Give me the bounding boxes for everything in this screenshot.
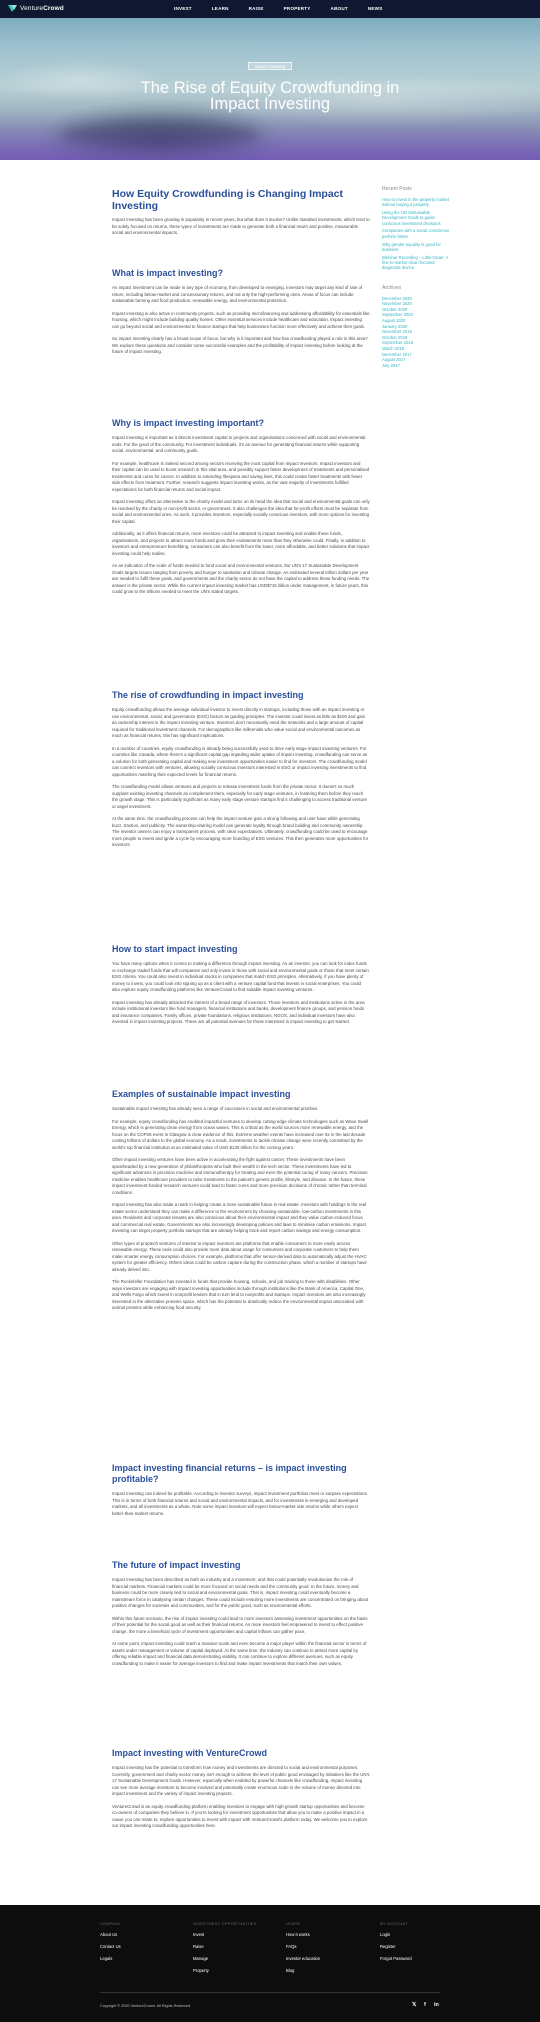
site-footer: COMPANY About Us Contact Us Legals INVES… <box>0 1905 540 2022</box>
hero-banner: Impact Investing The Rise of Equity Crow… <box>0 0 540 160</box>
copyright-text: Copyright © 2020 VentureCrowd. All Right… <box>100 2004 192 2008</box>
recent-post-link[interactable]: Companies with a social conscience perfo… <box>382 228 452 239</box>
nav-item-about[interactable]: ABOUT <box>331 6 348 11</box>
logo-icon <box>8 4 17 13</box>
paragraph: Impact investing can indeed be profitabl… <box>112 1491 369 1516</box>
footer-link[interactable]: Invest <box>193 1932 263 1937</box>
paragraph: For example, healthcare is ranked second… <box>112 460 370 492</box>
paragraph: Impact investing has been described as b… <box>112 1577 369 1608</box>
facebook-icon[interactable]: f <box>424 2002 426 2008</box>
footer-column-learn: LEARN How it works FAQs Investor educati… <box>286 1922 356 1980</box>
section-why-important: Why is impact investing important? Impac… <box>112 418 370 602</box>
paragraph: At the same time, the crowdfunding proce… <box>112 816 369 847</box>
paragraph: Impact investing is also active in commu… <box>112 310 370 329</box>
footer-column-heading: MY ACCOUNT <box>380 1922 409 1926</box>
archives-heading: Archives <box>382 284 402 291</box>
section-heading: What is impact investing? <box>112 268 224 278</box>
footer-link[interactable]: Login <box>380 1932 450 1937</box>
footer-link[interactable]: Forgot Password <box>380 1956 450 1961</box>
recent-post-link[interactable]: Using the UN Sustainable Development Goa… <box>382 210 452 226</box>
section-rise-crowdfunding: The rise of crowdfunding in impact inves… <box>112 690 370 855</box>
paragraph: In a number of countries, equity crowdfu… <box>112 745 368 777</box>
nav-item-raise[interactable]: RAISE <box>249 6 264 11</box>
footer-column-heading: INVESTMENT OPPORTUNITIES <box>193 1922 257 1926</box>
paragraph: Impact investing has the potential to tr… <box>112 1765 370 1796</box>
paragraph: You have many options when it comes to m… <box>112 961 369 992</box>
paragraph: The Rockefeller Foundation has invested … <box>112 1279 366 1310</box>
footer-link[interactable]: Investor education <box>286 1956 356 1961</box>
section-heading: Impact investing financial returns – is … <box>112 1463 347 1484</box>
section-venturecrowd: Impact investing with VentureCrowd Impac… <box>112 1748 370 1836</box>
paragraph: Impact investing offers an alternative t… <box>112 499 370 524</box>
recent-posts-heading: Recent Posts <box>382 186 412 192</box>
top-navigation-bar: Venture Crowd INVEST LEARN RAISE PROPERTY… <box>0 0 540 18</box>
section-financial-returns: Impact investing financial returns – is … <box>112 1463 370 1523</box>
nav-item-learn[interactable]: LEARN <box>212 6 229 11</box>
twitter-icon[interactable]: 𝕏 <box>412 2002 416 2008</box>
footer-link[interactable]: FAQs <box>286 1944 356 1949</box>
nav-item-property[interactable]: PROPERTY <box>284 6 311 11</box>
paragraph: Equity crowdfunding allows the average i… <box>112 707 366 738</box>
category-tag[interactable]: Impact Investing <box>248 62 292 70</box>
footer-link[interactable]: How it works <box>286 1932 356 1937</box>
section-future: The future of impact investing Impact in… <box>112 1560 370 1673</box>
section-what-is: What is impact investing? An impact inve… <box>112 268 370 362</box>
footer-divider <box>100 1992 440 1993</box>
paragraph: Impact investing has also made a mark in… <box>112 1202 367 1233</box>
section-how-to-start: How to start impact investing You have m… <box>112 944 370 1032</box>
paragraph: Impact investing has already attracted t… <box>112 999 365 1025</box>
article-title: How Equity Crowdfunding is Changing Impa… <box>112 188 343 212</box>
paragraph: Other impact investing ventures have bee… <box>112 1157 368 1195</box>
section-heading: Impact investing with VentureCrowd <box>112 1748 268 1758</box>
sidebar: Recent Posts How to invest in the proper… <box>382 186 452 368</box>
section-examples: Examples of sustainable impact investing… <box>112 1089 370 1318</box>
paragraph: For example, equity crowdfunding has ena… <box>112 1118 369 1150</box>
recent-post-link[interactable]: Webinar Recording – Little Clean: A fine… <box>382 255 452 271</box>
footer-link[interactable]: Manage <box>193 1956 263 1961</box>
nav-item-invest[interactable]: INVEST <box>174 6 192 11</box>
footer-link[interactable]: Legals <box>100 1956 170 1961</box>
footer-column-company: COMPANY About Us Contact Us Legals <box>100 1922 170 1968</box>
paragraph: Other types of proptech ventures of inte… <box>112 1240 367 1272</box>
paragraph: Additionally, as it offers financial ret… <box>112 531 370 556</box>
logo[interactable]: Venture Crowd <box>8 4 64 13</box>
paragraph: The crowdfunding model allows ventures a… <box>112 784 367 809</box>
section-heading: The future of impact investing <box>112 1560 241 1570</box>
section-heading: How to start impact investing <box>112 944 238 954</box>
paragraph: Impact investing is important as it dire… <box>112 435 366 453</box>
linkedin-icon[interactable]: in <box>434 2002 439 2008</box>
recent-post-link[interactable]: Why gender equality is good for business <box>382 242 452 253</box>
article-intro: How Equity Crowdfunding is Changing Impa… <box>112 188 370 243</box>
paragraph: So impact investing clearly has a broad … <box>112 336 368 354</box>
footer-link[interactable]: Blog <box>286 1968 356 1973</box>
footer-column-heading: COMPANY <box>100 1922 122 1926</box>
paragraph: As an indication of the scale of funds n… <box>112 563 370 594</box>
main-nav: INVEST LEARN RAISE PROPERTY ABOUT NEWS <box>174 6 402 11</box>
footer-link[interactable]: Register <box>380 1944 450 1949</box>
footer-link[interactable]: About Us <box>100 1932 170 1937</box>
footer-link[interactable]: Contact Us <box>100 1944 170 1949</box>
footer-link[interactable]: Property <box>193 1968 263 1973</box>
intro-paragraph: Impact investing has been growing in pop… <box>112 217 370 235</box>
page-title: The Rise of Equity Crowdfunding in Impac… <box>140 79 400 113</box>
recent-post-link[interactable]: How to invest in the property market wit… <box>382 197 452 208</box>
footer-column-account: MY ACCOUNT Login Register Forgot Passwor… <box>380 1922 450 1968</box>
footer-column-heading: LEARN <box>286 1922 301 1926</box>
paragraph: An impact investment can be made in any … <box>112 285 363 303</box>
archive-link[interactable]: July 2017 <box>382 363 452 369</box>
section-heading: Examples of sustainable impact investing <box>112 1089 291 1099</box>
section-heading: The rise of crowdfunding in impact inves… <box>112 690 304 700</box>
paragraph: Sustainable impact investing has already… <box>112 1106 319 1111</box>
nav-item-news[interactable]: NEWS <box>368 6 383 11</box>
section-heading: Why is impact investing important? <box>112 418 265 428</box>
logo-text-crowd: Crowd <box>43 5 64 12</box>
footer-link[interactable]: Raise <box>193 1944 263 1949</box>
paragraph: Within this future scenario, the rise of… <box>112 1615 368 1634</box>
paragraph: At some point, impact investing could re… <box>112 1641 367 1666</box>
hero-tint <box>0 110 540 160</box>
logo-text-venture: Venture <box>20 5 44 12</box>
paragraph: VentureCrowd is an equity crowdfunding p… <box>112 1803 368 1829</box>
footer-column-investment: INVESTMENT OPPORTUNITIES Invest Raise Ma… <box>193 1922 263 1980</box>
